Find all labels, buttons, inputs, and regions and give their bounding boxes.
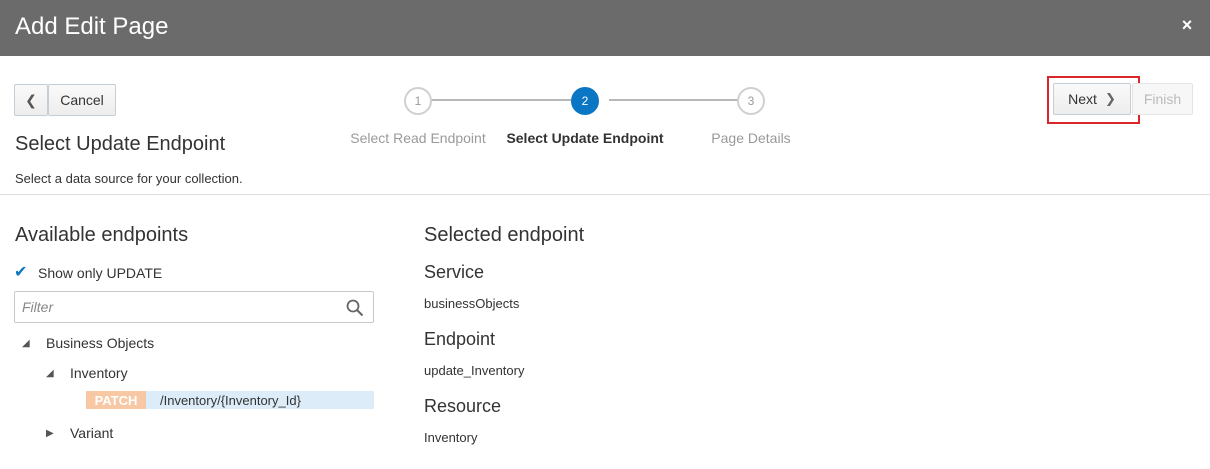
service-label: Service	[424, 262, 485, 282]
step-3-label: Page Details	[711, 130, 791, 146]
show-only-update-checkbox[interactable]: ✔ Show only UPDATE	[14, 265, 163, 282]
endpoint-row-patch-inventory[interactable]: PATCH /Inventory/{Inventory_Id}	[86, 391, 374, 409]
method-badge: PATCH	[86, 391, 146, 409]
next-button[interactable]: Next ❯	[1053, 83, 1131, 115]
dialog-title: Add Edit Page	[15, 13, 169, 40]
filter-input[interactable]	[15, 292, 335, 322]
resource-value: Inventory	[424, 430, 478, 445]
available-endpoints-heading: Available endpoints	[15, 224, 189, 246]
tree-node-inventory[interactable]: ◢ Inventory	[46, 365, 128, 381]
expanded-triangle-icon[interactable]: ◢	[22, 338, 34, 349]
collapsed-triangle-icon[interactable]: ▶	[46, 428, 58, 439]
page-description: Select a data source for your collection…	[15, 171, 243, 186]
service-value: businessObjects	[424, 296, 520, 311]
tree-node-label: Variant	[70, 425, 114, 441]
tree-node-label: Inventory	[70, 365, 128, 381]
tree-node-business-objects[interactable]: ◢ Business Objects	[22, 335, 154, 351]
divider	[0, 194, 1210, 195]
endpoint-value: update_Inventory	[424, 363, 525, 378]
finish-button[interactable]: Finish	[1132, 83, 1193, 115]
expanded-triangle-icon[interactable]: ◢	[46, 368, 58, 379]
train-connector	[430, 99, 571, 101]
checkbox-label: Show only UPDATE	[38, 265, 163, 281]
tree-node-label: Business Objects	[46, 335, 155, 351]
search-icon[interactable]	[345, 298, 365, 318]
page-title: Select Update Endpoint	[15, 133, 226, 155]
checkmark-icon[interactable]: ✔	[14, 265, 30, 281]
endpoint-label: Endpoint	[424, 329, 496, 349]
step-2-label: Select Update Endpoint	[506, 130, 664, 146]
chevron-right-icon: ❯	[1104, 91, 1116, 106]
step-1-label: Select Read Endpoint	[350, 130, 486, 146]
endpoint-path: /Inventory/{Inventory_Id}	[160, 392, 301, 408]
selected-endpoint-heading: Selected endpoint	[424, 224, 585, 246]
tree-node-variant[interactable]: ▶ Variant	[46, 425, 113, 441]
resource-label: Resource	[424, 396, 502, 416]
train-connector	[609, 99, 738, 101]
step-2-circle[interactable]: 2	[571, 87, 599, 115]
next-label: Next	[1068, 91, 1097, 107]
filter-field[interactable]	[14, 291, 374, 323]
dialog-titlebar: Add Edit Page ×	[0, 0, 1210, 56]
close-icon[interactable]: ×	[1178, 14, 1196, 36]
step-3-circle[interactable]: 3	[737, 87, 765, 115]
step-1-circle[interactable]: 1	[404, 87, 432, 115]
